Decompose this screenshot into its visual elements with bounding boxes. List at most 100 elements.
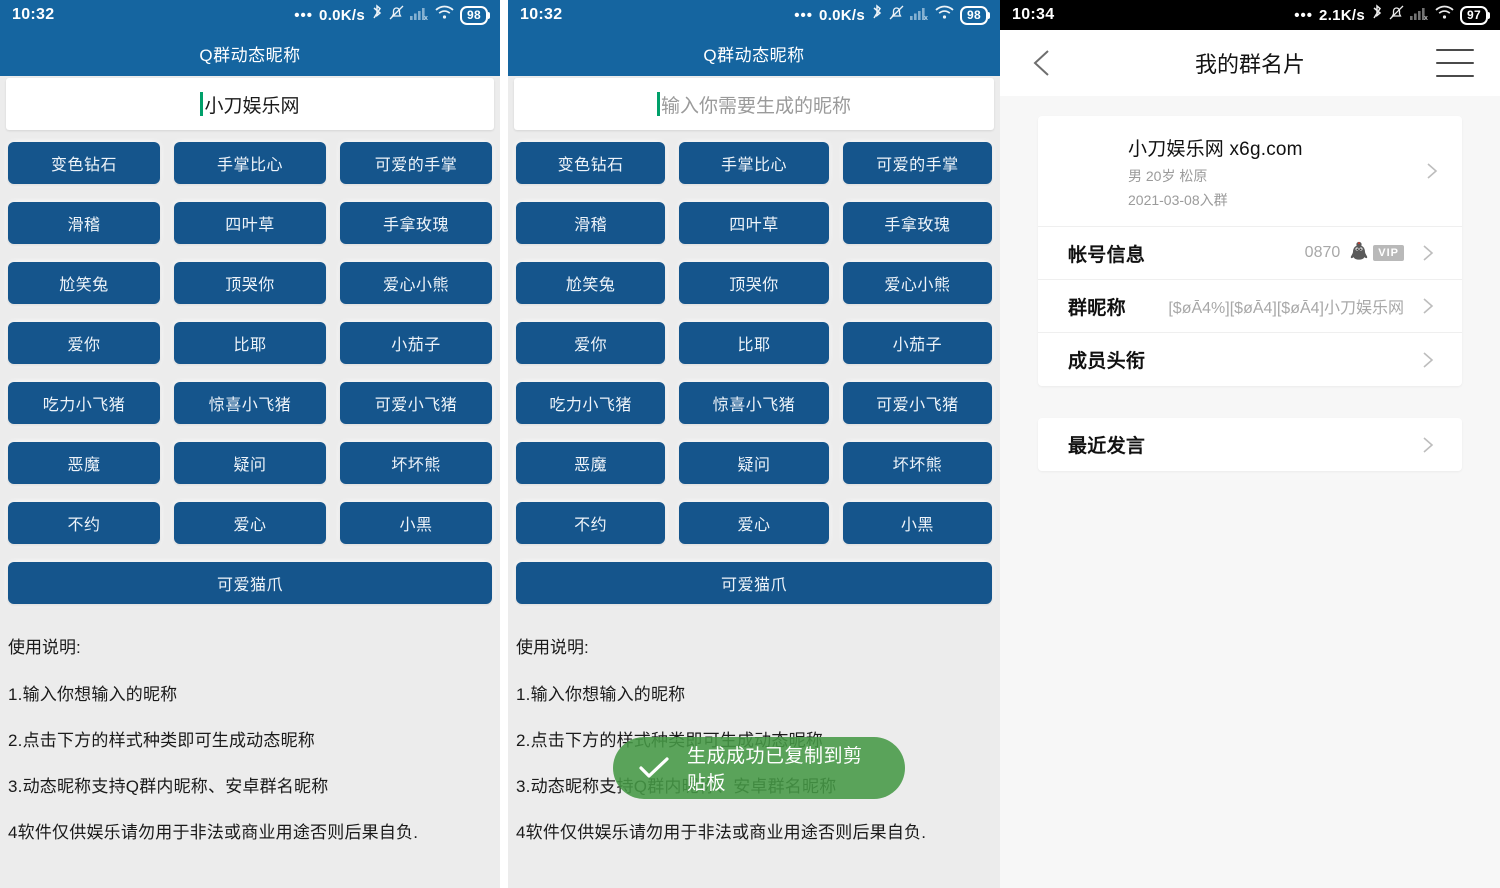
style-button[interactable]: 疑问 xyxy=(679,442,828,484)
svg-text:x: x xyxy=(924,15,928,21)
bell-muted-icon xyxy=(389,4,404,26)
phone-panel-right: 10:34 ••• 2.1K/s x xyxy=(1000,0,1500,888)
style-button[interactable]: 小黑 xyxy=(843,502,992,544)
style-button[interactable]: 坏坏熊 xyxy=(843,442,992,484)
toast-message: 生成成功已复制到剪贴板 xyxy=(687,741,879,795)
style-button[interactable]: 比耶 xyxy=(679,322,828,364)
style-button[interactable]: 坏坏熊 xyxy=(340,442,492,484)
style-button[interactable]: 变色钻石 xyxy=(516,142,665,184)
status-icons: ••• 2.1K/s x xyxy=(1294,4,1488,27)
instruction-line: 1.输入你想输入的昵称 xyxy=(8,680,492,705)
style-button[interactable]: 手拿玫瑰 xyxy=(843,202,992,244)
style-button[interactable]: 不约 xyxy=(8,502,160,544)
status-bar-right: 10:34 ••• 2.1K/s x xyxy=(1000,0,1500,30)
more-dots-icon: ••• xyxy=(794,7,813,24)
bluetooth-icon xyxy=(871,4,883,27)
style-button[interactable]: 可爱小飞猪 xyxy=(340,382,492,424)
style-button[interactable]: 惊喜小飞猪 xyxy=(679,382,828,424)
profile-name: 小刀娱乐网 x6g.com xyxy=(1128,134,1303,161)
text-caret xyxy=(200,92,203,116)
style-button[interactable]: 小茄子 xyxy=(340,322,492,364)
text-caret xyxy=(657,92,660,116)
style-button-grid-middle: 变色钻石 手掌比心 可爱的手掌 滑稽 四叶草 手拿玫瑰 尬笑兔 顶哭你 爱心小熊… xyxy=(508,130,1000,544)
style-button[interactable]: 爱心 xyxy=(679,502,828,544)
svg-text:x: x xyxy=(424,15,428,21)
style-button[interactable]: 顶哭你 xyxy=(679,262,828,304)
row-group-nickname[interactable]: 群昵称 [$øĀ4%][$øĀ4][$øĀ4]小刀娱乐网 xyxy=(1038,280,1462,333)
phone-panel-middle: 10:32 ••• 0.0K/s x xyxy=(500,0,1000,888)
row-account-info[interactable]: 帐号信息 0870 VIP xyxy=(1038,227,1462,280)
row-label: 最近发言 xyxy=(1068,431,1145,458)
toast-notification: 生成成功已复制到剪贴板 xyxy=(613,737,905,799)
style-button-grid-left: 变色钻石 手掌比心 可爱的手掌 滑稽 四叶草 手拿玫瑰 尬笑兔 顶哭你 爱心小熊… xyxy=(0,130,500,544)
style-button[interactable]: 爱心 xyxy=(174,502,326,544)
profile-info: 小刀娱乐网 x6g.com 男 20岁 松原 2021-03-08入群 xyxy=(1128,134,1303,210)
row-label: 成员头衔 xyxy=(1068,346,1145,373)
network-speed: 0.0K/s xyxy=(319,7,365,24)
chevron-right-icon xyxy=(1418,435,1438,455)
style-button[interactable]: 疑问 xyxy=(174,442,326,484)
hamburger-menu-icon[interactable] xyxy=(1436,49,1474,77)
style-button[interactable]: 惊喜小飞猪 xyxy=(174,382,326,424)
wifi-icon xyxy=(935,5,954,25)
app-title: Q群动态昵称 xyxy=(703,41,804,66)
style-button[interactable]: 尬笑兔 xyxy=(516,262,665,304)
style-button[interactable]: 变色钻石 xyxy=(8,142,160,184)
card-header: 我的群名片 xyxy=(1000,30,1500,96)
phone-panel-left: 10:32 ••• 0.0K/s x xyxy=(0,0,500,888)
style-button[interactable]: 小茄子 xyxy=(843,322,992,364)
style-button[interactable]: 四叶草 xyxy=(174,202,326,244)
nickname-input-middle[interactable]: 输入你需要生成的昵称 xyxy=(514,78,994,130)
profile-join-date: 2021-03-08入群 xyxy=(1128,190,1303,210)
status-time: 10:34 xyxy=(1012,6,1054,24)
recent-activity-card: 最近发言 xyxy=(1038,418,1462,471)
battery-indicator: 97 xyxy=(1460,6,1488,25)
app-header-middle: Q群动态昵称 xyxy=(508,30,1000,76)
row-recent-speech[interactable]: 最近发言 xyxy=(1038,418,1462,471)
style-button[interactable]: 吃力小飞猪 xyxy=(8,382,160,424)
style-button[interactable]: 爱你 xyxy=(8,322,160,364)
instruction-line: 4软件仅供娱乐请勿用于非法或商业用途否则后果自负. xyxy=(516,818,992,843)
instructions-title: 使用说明: xyxy=(8,633,492,658)
network-speed: 0.0K/s xyxy=(819,7,865,24)
style-button[interactable]: 可爱小飞猪 xyxy=(843,382,992,424)
chevron-right-icon xyxy=(1418,296,1438,316)
style-button[interactable]: 四叶草 xyxy=(679,202,828,244)
style-button[interactable]: 手掌比心 xyxy=(174,142,326,184)
style-button[interactable]: 比耶 xyxy=(174,322,326,364)
style-button-wide[interactable]: 可爱猫爪 xyxy=(516,562,992,604)
style-button[interactable]: 可爱的手掌 xyxy=(340,142,492,184)
bell-muted-icon xyxy=(1389,4,1404,26)
style-button[interactable]: 滑稽 xyxy=(8,202,160,244)
instruction-line: 3.动态昵称支持Q群内昵称、安卓群名昵称 xyxy=(8,772,492,797)
nickname-input-left[interactable]: 小刀娱乐网 xyxy=(6,78,494,130)
style-button[interactable]: 吃力小飞猪 xyxy=(516,382,665,424)
style-button-wide[interactable]: 可爱猫爪 xyxy=(8,562,492,604)
style-button[interactable]: 恶魔 xyxy=(516,442,665,484)
row-member-title[interactable]: 成员头衔 xyxy=(1038,333,1462,386)
profile-row[interactable]: 小刀娱乐网 x6g.com 男 20岁 松原 2021-03-08入群 xyxy=(1038,116,1462,227)
style-button[interactable]: 恶魔 xyxy=(8,442,160,484)
style-button[interactable]: 手拿玫瑰 xyxy=(340,202,492,244)
style-button[interactable]: 爱心小熊 xyxy=(843,262,992,304)
bluetooth-icon xyxy=(371,4,383,27)
row-value: [$øĀ4%][$øĀ4][$øĀ4]小刀娱乐网 xyxy=(1168,294,1404,318)
battery-indicator: 98 xyxy=(460,6,488,25)
svg-text:x: x xyxy=(1424,15,1428,21)
instruction-line: 2.点击下方的样式种类即可生成动态昵称 xyxy=(8,726,492,751)
style-button[interactable]: 爱心小熊 xyxy=(340,262,492,304)
instructions-left: 使用说明: 1.输入你想输入的昵称 2.点击下方的样式种类即可生成动态昵称 3.… xyxy=(0,621,500,888)
style-button[interactable]: 小黑 xyxy=(340,502,492,544)
style-button[interactable]: 顶哭你 xyxy=(174,262,326,304)
style-button[interactable]: 可爱的手掌 xyxy=(843,142,992,184)
style-button[interactable]: 滑稽 xyxy=(516,202,665,244)
more-dots-icon: ••• xyxy=(294,7,313,24)
style-button[interactable]: 手掌比心 xyxy=(679,142,828,184)
back-chevron-icon[interactable] xyxy=(1026,46,1060,80)
row-value: 0870 VIP xyxy=(1305,241,1404,265)
style-button[interactable]: 不约 xyxy=(516,502,665,544)
style-button[interactable]: 爱你 xyxy=(516,322,665,364)
status-bar-left: 10:32 ••• 0.0K/s x xyxy=(0,0,500,30)
page-title: 我的群名片 xyxy=(1000,47,1500,79)
style-button[interactable]: 尬笑兔 xyxy=(8,262,160,304)
